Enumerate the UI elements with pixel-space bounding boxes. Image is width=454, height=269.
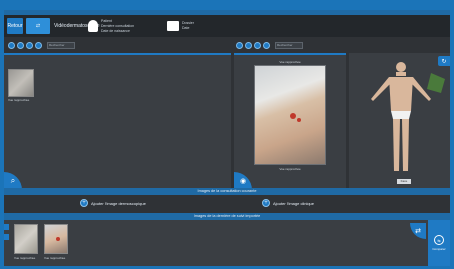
image-thumbnail[interactable]: [8, 69, 34, 97]
app-window: Retour ⇄ Vidéodermatoscopie Patient Dern…: [4, 10, 450, 266]
left-toolbar: Rechercher: [8, 37, 75, 53]
add-dermoscopic-label: Ajouter l'image dermoscopique: [91, 200, 146, 206]
action-row: + Ajouter l'image dermoscopique + Ajoute…: [4, 195, 450, 213]
list-icon[interactable]: [263, 41, 270, 49]
patient-icon: [88, 20, 98, 32]
filter-icon[interactable]: [17, 41, 24, 49]
mode-button[interactable]: ⇄: [26, 18, 50, 34]
back-label: Retour: [7, 23, 23, 29]
compare-button[interactable]: ⇆ Comparer: [428, 220, 450, 266]
add-clinical-button[interactable]: + Ajouter l'image clinique: [262, 199, 314, 207]
body-map-panel: ↻ Face: [349, 53, 450, 188]
list-icon[interactable]: [35, 41, 42, 49]
mode-label: Vidéodermatoscopie: [54, 23, 100, 29]
camera-icon: ◉: [239, 178, 247, 185]
sort-icon[interactable]: [8, 41, 15, 49]
previous-thumbnail-2[interactable]: [44, 224, 68, 254]
compare-icon: ⇆: [434, 235, 444, 245]
grid-icon[interactable]: [26, 41, 33, 49]
swap-icon: ⇄: [415, 228, 421, 235]
photo-title: Vue rapprochée: [279, 60, 301, 64]
sort-icon[interactable]: [236, 41, 243, 49]
add-clinical-label: Ajouter l'image clinique: [273, 200, 315, 206]
previous-images-strip: Vue rapprochée Vue rapprochée ⇄ ⇆ Compar…: [4, 220, 450, 266]
photo-caption: Vue rapprochée: [279, 167, 301, 171]
lesion-marker: [290, 113, 301, 122]
left-image-panel: Vue rapprochée ⌕: [4, 53, 231, 190]
grid-icon[interactable]: [254, 41, 261, 49]
selected-photo[interactable]: [254, 65, 326, 165]
search-icon: ⌕: [10, 176, 16, 185]
record-line-2: Date: [182, 26, 190, 30]
swap-icon: ⇄: [35, 23, 41, 29]
header-bar: Retour ⇄ Vidéodermatoscopie Patient Dern…: [4, 15, 450, 37]
plus-icon: +: [80, 199, 88, 207]
previous-followup-bar: Images de la dernière de suivi importée: [4, 213, 450, 220]
patient-line-3: Date de naissance: [101, 28, 130, 33]
right-toolbar: Rechercher: [236, 37, 303, 53]
body-avatar[interactable]: [349, 53, 450, 178]
patient-info: Patient Dernière consultation Date de na…: [101, 19, 161, 34]
add-dermoscopic-button[interactable]: + Ajouter l'image dermoscopique: [80, 199, 146, 207]
compare-label: Comparer: [432, 247, 446, 251]
viewer-panel: Vue rapprochée Vue rapprochée ◉: [234, 53, 346, 190]
side-tab-top[interactable]: [4, 224, 9, 230]
back-button[interactable]: Retour: [7, 18, 23, 34]
record-info: Dossier Date: [182, 21, 194, 31]
previous-thumbnail-1[interactable]: [14, 224, 38, 254]
lesion-marker: [56, 237, 60, 241]
previous-thumbnail-caption: Vue rapprochée: [44, 256, 66, 260]
id-card-icon: [167, 21, 179, 31]
swap-button[interactable]: ⇄: [410, 223, 426, 239]
right-search-input[interactable]: Rechercher: [275, 41, 303, 49]
avatar-view-button[interactable]: Face: [397, 179, 411, 184]
previous-thumbnail-caption: Vue rapprochée: [14, 256, 36, 260]
filter-icon[interactable]: [245, 41, 252, 49]
thumbnail-caption: Vue rapprochée: [8, 98, 30, 102]
left-search-input[interactable]: Rechercher: [47, 41, 75, 49]
current-consultation-bar: Images de la consultation courante: [4, 188, 450, 195]
plus-icon: +: [262, 199, 270, 207]
side-tab-bottom[interactable]: [4, 234, 9, 240]
